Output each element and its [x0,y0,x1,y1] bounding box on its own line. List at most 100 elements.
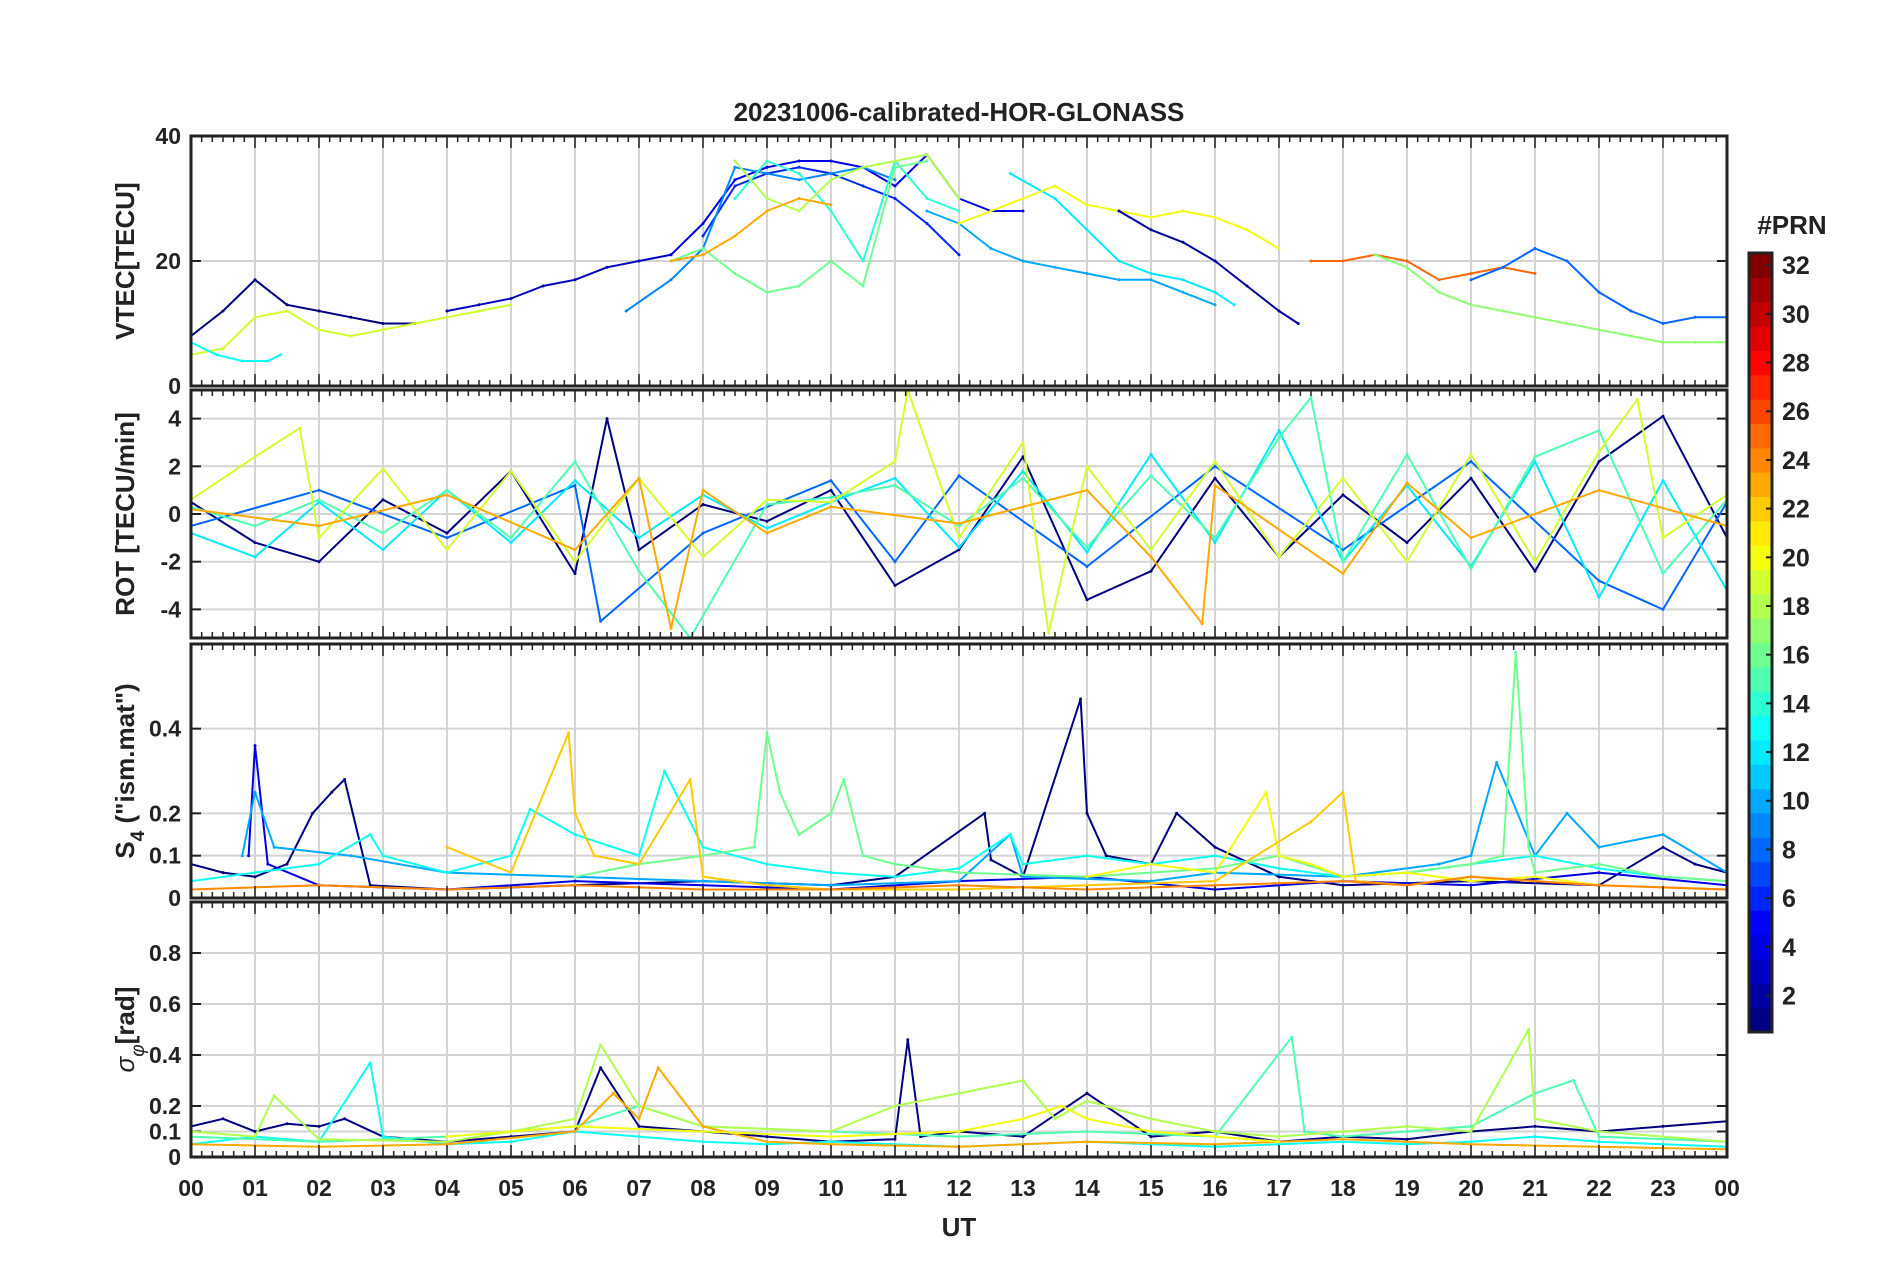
data-point [477,309,481,313]
data-point [797,197,801,200]
data-point [1053,197,1057,200]
data-point [317,309,321,313]
data-point [298,426,302,430]
colorbar-segment [1749,910,1772,936]
data-point [701,1130,705,1133]
colorbar-tick-label: 10 [1782,788,1810,816]
data-point [573,1124,577,1128]
data-point [413,862,417,866]
data-point [669,278,673,282]
data-point [701,503,705,506]
data-point [445,309,449,313]
data-point [1405,452,1409,456]
y-tick-label: 0 [168,885,181,911]
colorbar-segment [1749,423,1772,449]
data-point [509,303,513,307]
data-point [1341,879,1345,883]
data-point [1149,548,1153,552]
data-point [765,498,769,502]
data-point [861,284,865,288]
data-point [1245,228,1249,232]
data-point [1309,259,1313,263]
data-point [1021,469,1025,473]
data-point [1149,228,1153,232]
data-point [1053,265,1057,269]
data-point [656,1066,660,1070]
data-point [1149,278,1153,282]
data-point [1309,862,1313,866]
data-point [285,862,289,866]
data-point [752,845,756,849]
data-point [1085,1117,1089,1121]
data-point [253,1135,257,1139]
data-point [1469,1140,1473,1144]
data-point [1277,555,1281,559]
data-point [637,1124,641,1128]
data-point [1597,1140,1601,1144]
data-point [253,455,257,459]
data-point [1008,833,1012,836]
data-point [1213,871,1217,875]
y-tick-label: -2 [161,549,181,575]
data-point [1021,862,1025,866]
colorbar-tick-label: 32 [1782,252,1810,280]
data-point [1309,395,1313,399]
x-tick-label: 14 [1074,1175,1100,1201]
data-point [1571,1079,1575,1082]
x-tick-label: 12 [946,1175,972,1201]
data-point [829,172,833,175]
data-point [285,309,289,313]
data-point [1437,862,1441,866]
data-point [266,862,270,866]
data-point [797,159,801,163]
colorbar-tick-label: 2 [1782,982,1796,1010]
data-point [765,526,769,530]
data-point [368,1061,372,1065]
data-point [1661,536,1665,540]
data-point [445,871,449,875]
colorbar-tick-label: 8 [1782,836,1796,864]
data-point [1085,488,1089,492]
data-point [253,541,257,545]
data-point [528,807,532,811]
data-point [445,493,449,497]
colorbar-segment [1749,666,1772,692]
data-point [829,1135,833,1139]
data-point [573,833,577,836]
x-tick-label: 23 [1650,1175,1676,1201]
data-point [989,247,993,250]
y-axis-label-sub: 4 [128,830,149,841]
data-point [285,1122,289,1126]
data-point [1405,481,1409,485]
data-point [701,1140,705,1144]
data-point [509,297,513,300]
data-point [1597,845,1601,849]
data-point [381,531,385,535]
x-tick-label: 21 [1522,1175,1548,1201]
data-point [1181,240,1185,244]
data-point [1021,441,1025,444]
data-point [663,769,667,773]
data-point [1213,483,1217,487]
data-point [599,619,603,623]
y-axis-label-sub: φ [128,1044,149,1056]
data-point [253,315,257,319]
data-point [253,555,257,559]
data-point [1533,560,1537,564]
x-axis-label: UT [942,1212,977,1242]
y-tick-label: -4 [161,596,182,622]
data-point [778,790,782,794]
data-point [279,353,283,357]
data-point [1469,303,1473,307]
data-point [733,159,737,163]
colorbar-tick-label: 26 [1782,398,1810,426]
data-point [1533,1135,1537,1139]
data-point [1213,464,1217,468]
data-point [1527,1028,1531,1031]
data-point [343,1117,347,1121]
data-point [573,278,577,282]
data-point [349,315,353,319]
data-point [957,536,961,540]
data-point [285,303,289,307]
data-point [1661,1124,1665,1128]
